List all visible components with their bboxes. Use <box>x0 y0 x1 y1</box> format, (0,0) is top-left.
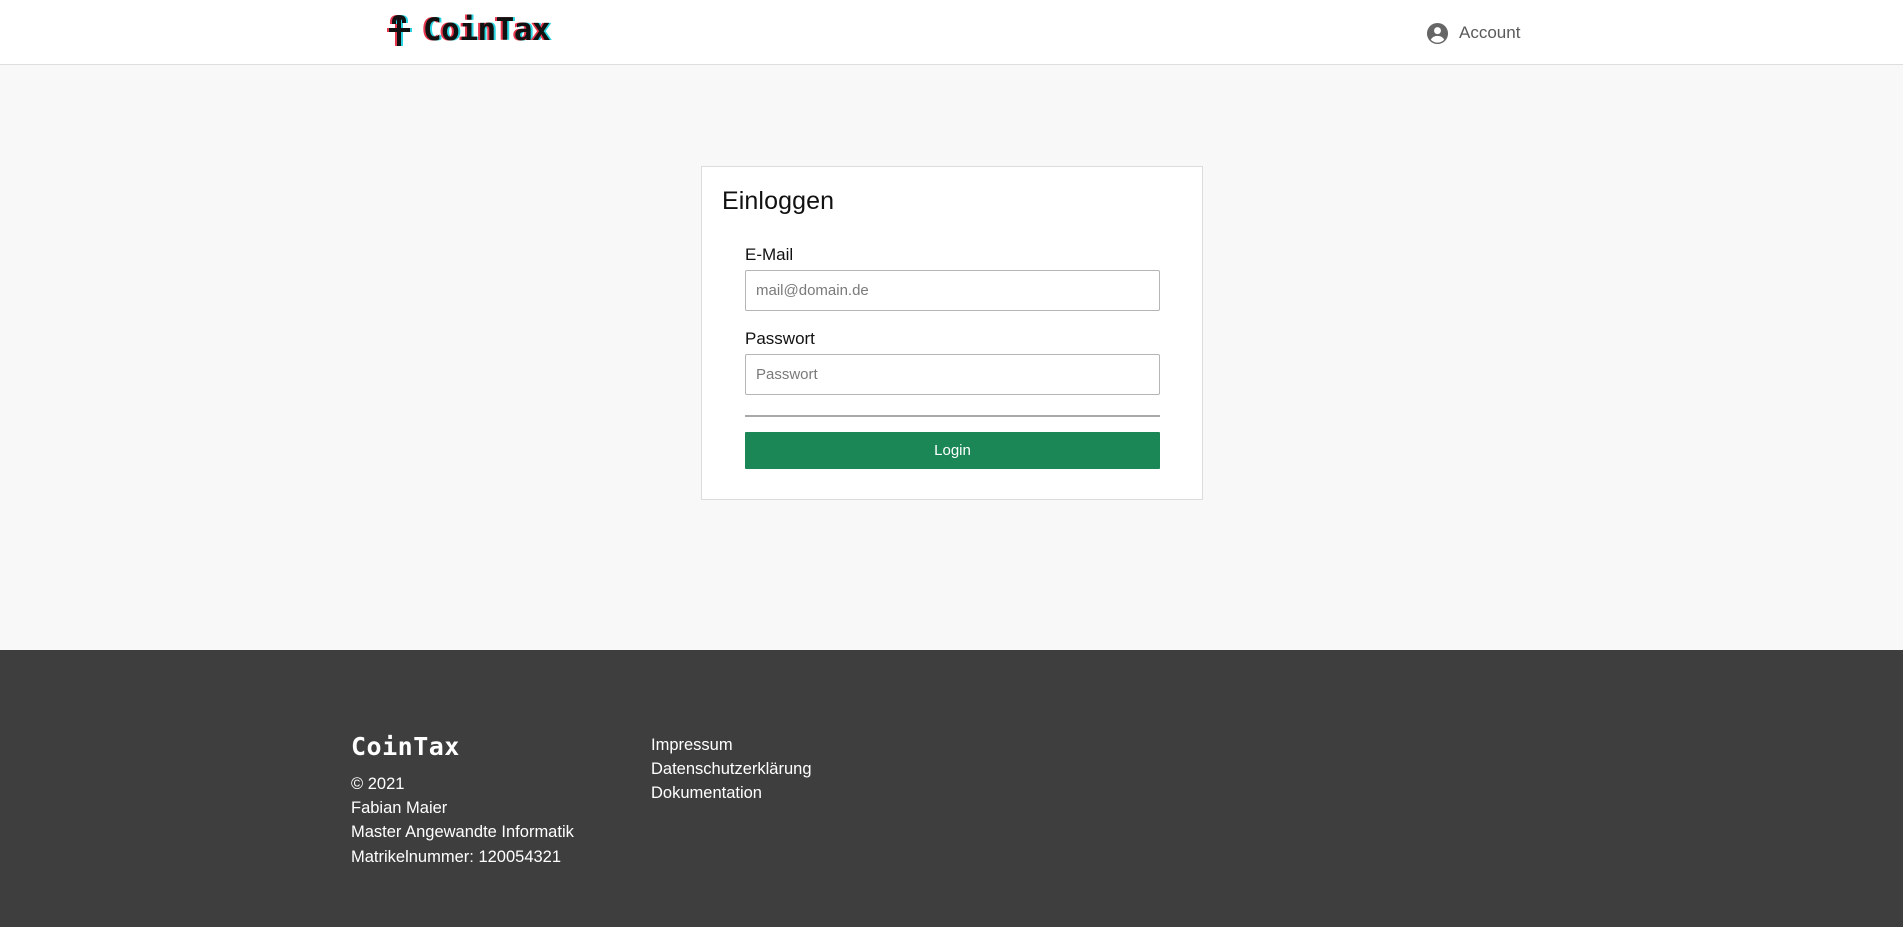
footer-link-documentation[interactable]: Dokumentation <box>651 781 812 805</box>
footer-author: Fabian Maier <box>351 799 448 818</box>
login-button[interactable]: Login <box>745 432 1160 469</box>
password-field[interactable] <box>745 354 1160 395</box>
logo-text: CoinTax <box>423 11 551 48</box>
logo-home-link[interactable]: CoinTax <box>387 11 551 48</box>
footer-link-privacy[interactable]: Datenschutzerklärung <box>651 757 812 781</box>
account-circle-icon <box>1426 22 1449 44</box>
footer-links: Impressum Datenschutzerklärung Dokumenta… <box>651 733 812 806</box>
footer-brand: CoinTax <box>351 732 460 761</box>
account-label: Account <box>1459 23 1521 42</box>
footer-program: Master Angewandte Informatik <box>351 823 574 842</box>
footer-info: © 2021 Fabian Maier Master Angewandte In… <box>351 772 574 869</box>
email-field[interactable] <box>745 270 1160 311</box>
form-divider <box>745 415 1160 417</box>
cointax-logo-icon <box>387 14 413 46</box>
login-title: Einloggen <box>722 187 835 215</box>
footer: CoinTax © 2021 Fabian Maier Master Angew… <box>0 650 1903 927</box>
footer-link-impressum[interactable]: Impressum <box>651 733 812 757</box>
account-menu-button[interactable]: Account <box>1426 20 1520 46</box>
login-card: Einloggen E-Mail Passwort Login <box>701 166 1203 500</box>
email-label: E-Mail <box>745 245 794 264</box>
top-nav-bar: CoinTax Account <box>0 0 1903 65</box>
footer-matriculation: Matrikelnummer: 120054321 <box>351 847 562 866</box>
password-label: Passwort <box>745 329 815 348</box>
footer-copyright: © 2021 <box>351 775 405 793</box>
